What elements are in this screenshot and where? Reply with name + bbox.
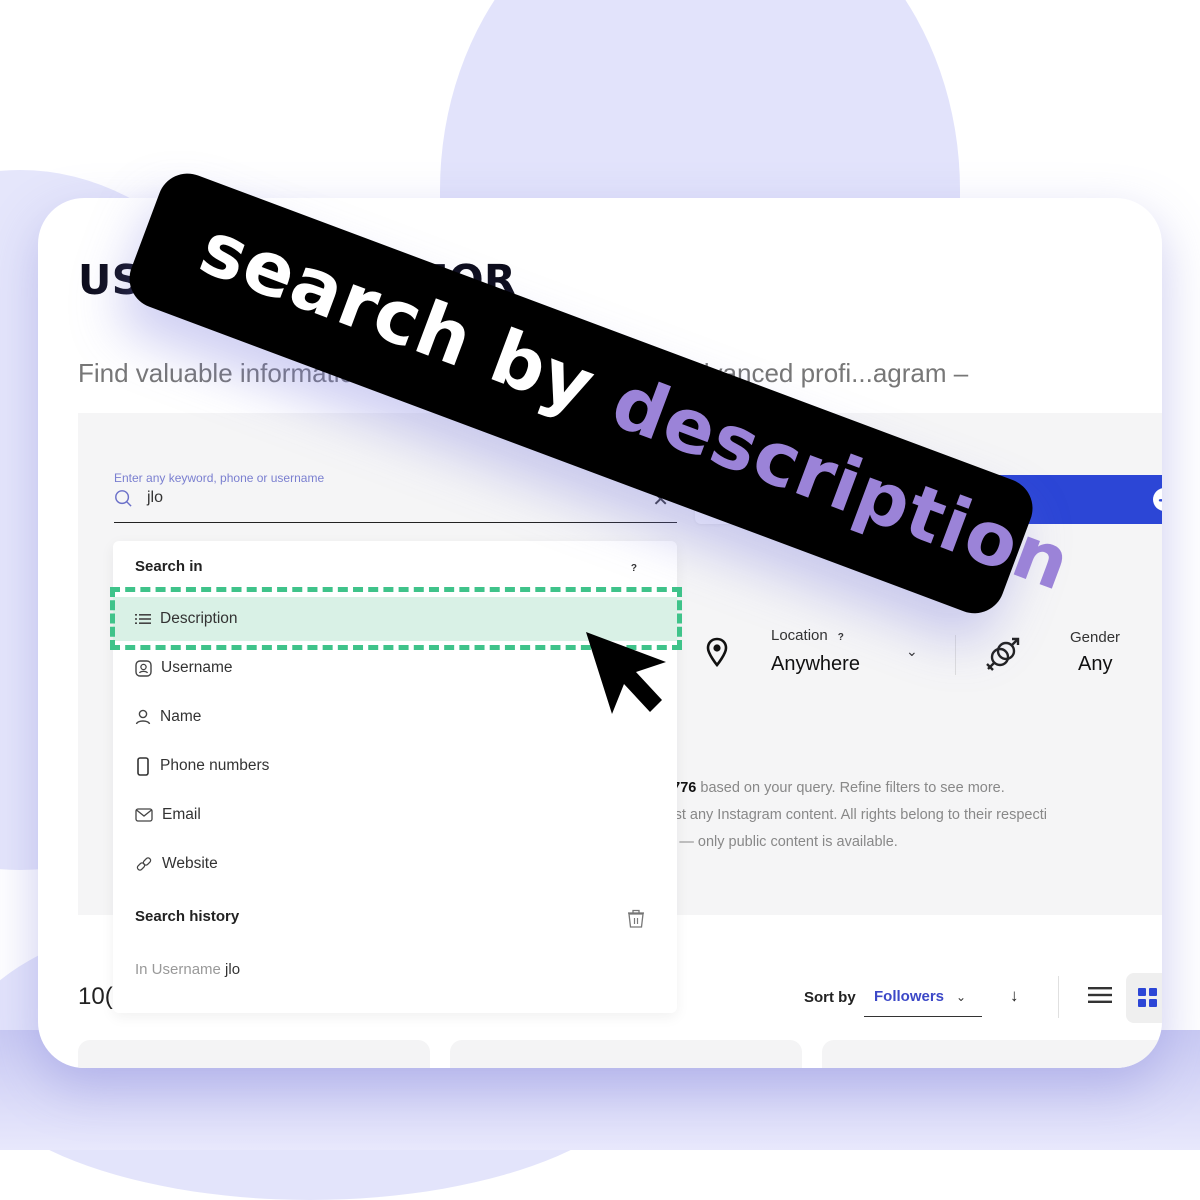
trash-icon[interactable] bbox=[627, 909, 645, 929]
scope-option-website[interactable]: Website bbox=[113, 842, 677, 886]
results-count: 10( bbox=[78, 983, 113, 1010]
list-view-icon[interactable] bbox=[1088, 986, 1112, 1004]
location-label: Location? bbox=[771, 627, 844, 644]
gender-value: Any bbox=[1078, 653, 1113, 675]
phone-icon bbox=[137, 756, 149, 776]
search-input-label: Enter any keyword, phone or username bbox=[114, 471, 325, 485]
search-in-heading: Search in bbox=[135, 558, 203, 575]
help-icon[interactable]: ? bbox=[838, 632, 844, 643]
search-scope-dropdown: Search in ? Description Username Name Ph… bbox=[113, 541, 677, 1013]
help-icon[interactable]: ? bbox=[631, 563, 637, 574]
grid-view-button[interactable] bbox=[1126, 973, 1162, 1023]
result-card[interactable] bbox=[822, 1040, 1162, 1068]
result-card[interactable] bbox=[78, 1040, 430, 1068]
gender-icon bbox=[986, 637, 1020, 671]
email-icon bbox=[135, 808, 153, 822]
link-icon bbox=[136, 857, 152, 871]
grid-icon bbox=[1138, 988, 1157, 1007]
sort-direction-button[interactable]: ↓ bbox=[1010, 986, 1019, 1006]
scope-option-email[interactable]: Email bbox=[113, 793, 677, 837]
username-icon bbox=[135, 659, 152, 677]
result-card[interactable] bbox=[450, 1040, 802, 1068]
divider bbox=[1058, 976, 1059, 1018]
scope-option-phone[interactable]: Phone numbers bbox=[113, 744, 677, 788]
location-value: Anywhere bbox=[771, 653, 860, 675]
search-icon bbox=[115, 490, 132, 507]
sort-label: Sort by bbox=[804, 989, 856, 1006]
search-history-heading: Search history bbox=[135, 908, 240, 925]
gender-filter[interactable]: Gender Any bbox=[978, 623, 1162, 693]
location-filter[interactable]: Location? Anywhere ⌄ bbox=[703, 623, 948, 693]
user-icon bbox=[135, 709, 151, 725]
search-history-item[interactable]: In Username jlo bbox=[135, 961, 240, 978]
search-input[interactable]: Enter any keyword, phone or username jlo… bbox=[114, 469, 677, 523]
location-pin-icon bbox=[706, 637, 728, 668]
arrow-right-circle-icon: ➜ bbox=[1153, 488, 1162, 511]
chevron-down-icon: ⌄ bbox=[956, 990, 967, 1004]
gender-label: Gender bbox=[1070, 629, 1121, 646]
list-icon bbox=[135, 614, 151, 624]
sort-select[interactable]: Followers ⌄ bbox=[864, 978, 982, 1017]
sort-value: Followers bbox=[874, 988, 945, 1005]
chevron-down-icon[interactable]: ⌄ bbox=[906, 643, 918, 660]
mouse-cursor-icon bbox=[586, 632, 666, 714]
divider bbox=[955, 635, 956, 675]
search-input-value[interactable]: jlo bbox=[147, 489, 163, 507]
